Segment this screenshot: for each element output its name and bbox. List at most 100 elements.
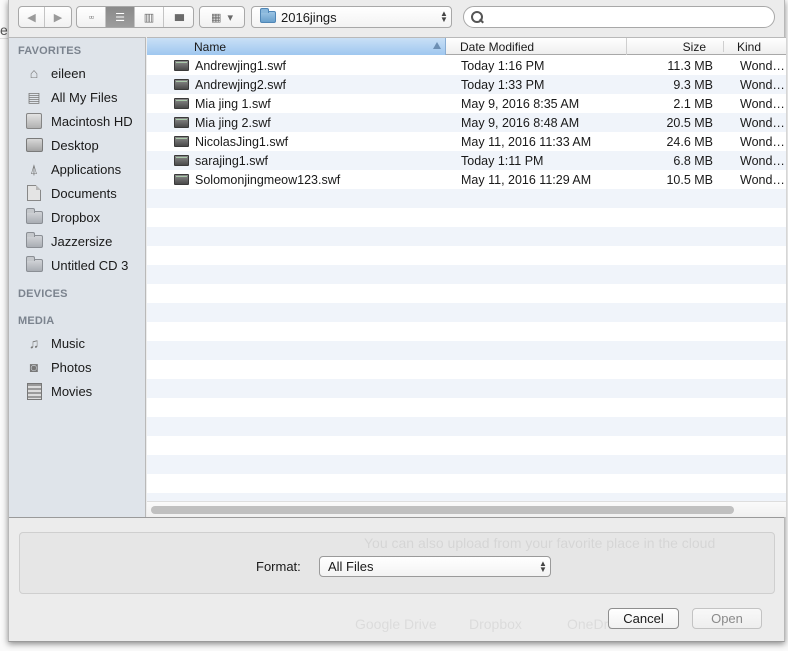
empty-row bbox=[147, 227, 786, 246]
search-icon bbox=[470, 10, 484, 24]
file-row[interactable]: Andrewjing2.swf Today 1:33 PM 9.3 MB Wond… bbox=[147, 75, 786, 94]
file-kind: Wond… bbox=[740, 96, 785, 111]
empty-row bbox=[147, 189, 786, 208]
file-name-cell: Mia jing 1.swf bbox=[174, 97, 271, 111]
sidebar-item-music[interactable]: ♫ Music bbox=[25, 332, 85, 354]
sidebar-item-label: Jazzersize bbox=[51, 233, 113, 249]
updown-arrows-icon: ▲ ▼ bbox=[539, 558, 547, 574]
sidebar-item-label: Photos bbox=[51, 359, 92, 375]
empty-row bbox=[147, 284, 786, 303]
file-row[interactable]: NicolasJing1.swf May 11, 2016 11:33 AM 24.… bbox=[147, 132, 786, 151]
sidebar-item-label: Untitled CD 3 bbox=[51, 257, 129, 273]
sidebar-item-label: Movies bbox=[51, 383, 93, 399]
file-date: May 9, 2016 8:48 AM bbox=[461, 115, 580, 130]
chevron-down-icon: ▾ bbox=[227, 11, 233, 24]
folder-icon bbox=[25, 255, 43, 273]
icon-view-button[interactable]: ▫▫ bbox=[77, 7, 106, 27]
scrollbar-thumb[interactable] bbox=[151, 506, 734, 514]
documents-icon bbox=[25, 185, 43, 201]
file-name-cell: Andrewjing1.swf bbox=[174, 59, 286, 73]
coverflow-view-button[interactable]: ▮▮▮ bbox=[164, 7, 193, 27]
column-header-size[interactable]: Size bbox=[627, 40, 724, 54]
sidebar-item-dropbox[interactable]: Dropbox bbox=[25, 206, 100, 228]
list-view-button[interactable]: ☰ bbox=[106, 7, 135, 27]
file-date: May 11, 2016 11:29 AM bbox=[461, 172, 592, 187]
file-name: sarajing1.swf bbox=[195, 153, 268, 168]
file-name-cell: Andrewjing2.swf bbox=[174, 78, 286, 92]
file-date: May 11, 2016 11:33 AM bbox=[461, 134, 592, 149]
file-row[interactable]: Mia jing 1.swf May 9, 2016 8:35 AM 2.1 MB W… bbox=[147, 94, 786, 113]
forward-button[interactable]: ▶ bbox=[45, 7, 71, 27]
sidebar-item-label: All My Files bbox=[51, 89, 118, 105]
column-header-date-modified[interactable]: Date Modified bbox=[446, 38, 627, 55]
column-header-name[interactable]: Name bbox=[147, 38, 446, 55]
background-fragment: e bbox=[0, 22, 8, 38]
sidebar-item-applications[interactable]: ⍋ Applications bbox=[25, 158, 121, 180]
column-header-label: Name bbox=[194, 39, 227, 54]
sidebar-item-desktop[interactable]: Desktop bbox=[25, 134, 99, 156]
coverflow-icon: ▮▮▮ bbox=[174, 11, 185, 22]
sidebar-item-label: Macintosh HD bbox=[51, 113, 133, 129]
sidebar-item-photos[interactable]: ◙ Photos bbox=[25, 356, 92, 378]
file-size: 2.1 MB bbox=[673, 96, 713, 111]
sidebar-item-untitled-cd-3[interactable]: Untitled CD 3 bbox=[25, 254, 128, 276]
file-date: May 9, 2016 8:35 AM bbox=[461, 96, 580, 111]
sidebar-item-all-my-files[interactable]: ▤ All My Files bbox=[25, 86, 117, 108]
sidebar-section-devices[interactable]: DEVICES bbox=[18, 288, 68, 300]
location-label: 2016jings bbox=[281, 9, 337, 25]
sidebar-item-movies[interactable]: Movies bbox=[25, 380, 92, 402]
empty-row bbox=[147, 246, 786, 265]
column-header-kind[interactable]: Kind bbox=[725, 38, 786, 55]
arrange-grid-icon: ▦ bbox=[211, 11, 222, 24]
file-list: Name Date Modified Size Kind Andrewjing1… bbox=[147, 37, 786, 517]
column-header-row: Name Date Modified Size Kind bbox=[147, 38, 786, 55]
format-label: Format: bbox=[256, 559, 301, 574]
columns-icon: ▥ bbox=[143, 11, 155, 24]
camera-icon: ◙ bbox=[29, 359, 39, 375]
file-name: Solomonjingmeow123.swf bbox=[195, 172, 341, 187]
file-row[interactable]: Solomonjingmeow123.swf May 11, 2016 11:29… bbox=[147, 170, 786, 189]
back-button[interactable]: ◀ bbox=[19, 7, 45, 27]
background-service-google-drive: Google Drive bbox=[355, 616, 437, 632]
file-kind: Wond… bbox=[740, 172, 785, 187]
location-popup[interactable]: 2016jings ▲ ▼ bbox=[251, 6, 452, 28]
sidebar-item-jazzersize[interactable]: Jazzersize bbox=[25, 230, 112, 252]
format-select[interactable]: All Files ▲ ▼ bbox=[319, 556, 551, 577]
horizontal-scrollbar[interactable] bbox=[147, 501, 786, 517]
file-row[interactable]: sarajing1.swf Today 1:11 PM 6.8 MB Wond… bbox=[147, 151, 786, 170]
file-size: 9.3 MB bbox=[673, 77, 713, 92]
swf-file-icon bbox=[174, 98, 189, 109]
file-name: Andrewjing2.swf bbox=[195, 77, 287, 92]
empty-row bbox=[147, 474, 786, 493]
icon-grid-icon: ▫▫ bbox=[88, 12, 94, 22]
column-view-button[interactable]: ▥ bbox=[135, 7, 164, 27]
sidebar: FAVORITES ⌂ eileen ▤ All My Files Macint… bbox=[9, 37, 146, 517]
file-row[interactable]: Mia jing 2.swf May 9, 2016 8:48 AM 20.5 MB… bbox=[147, 113, 786, 132]
file-size: 11.3 MB bbox=[667, 58, 713, 73]
file-row[interactable]: Andrewjing1.swf Today 1:16 PM 11.3 MB Wond… bbox=[147, 56, 786, 75]
arrange-menu-button[interactable]: ▦ ▾ bbox=[199, 6, 245, 28]
search-input[interactable] bbox=[488, 9, 774, 25]
background-service-dropbox: Dropbox bbox=[469, 616, 522, 632]
file-name-cell: Mia jing 2.swf bbox=[174, 116, 271, 130]
file-size: 6.8 MB bbox=[673, 153, 713, 168]
sidebar-item-documents[interactable]: Documents bbox=[25, 182, 117, 204]
desktop-icon bbox=[25, 137, 43, 153]
view-mode-control: ▫▫ ☰ ▥ ▮▮▮ bbox=[76, 6, 194, 28]
sidebar-item-label: Music bbox=[51, 335, 85, 351]
sidebar-item-macintosh-hd[interactable]: Macintosh HD bbox=[25, 110, 133, 132]
accessory-panel: You can also upload from your favorite p… bbox=[19, 532, 775, 594]
hard-drive-icon bbox=[25, 113, 43, 129]
file-name-cell: Solomonjingmeow123.swf bbox=[174, 173, 340, 187]
column-header-label: Date Modified bbox=[460, 39, 535, 54]
file-kind: Wond… bbox=[740, 58, 785, 73]
sidebar-item-eileen[interactable]: ⌂ eileen bbox=[25, 62, 86, 84]
search-field[interactable] bbox=[463, 6, 775, 28]
file-kind: Wond… bbox=[740, 115, 785, 130]
panel-divider bbox=[9, 517, 784, 518]
updown-arrows-icon: ▲ ▼ bbox=[440, 9, 448, 24]
column-header-label: Kind bbox=[737, 39, 762, 54]
cancel-button[interactable]: Cancel bbox=[608, 608, 679, 629]
format-value: All Files bbox=[328, 559, 374, 574]
open-button[interactable]: Open bbox=[692, 608, 762, 629]
